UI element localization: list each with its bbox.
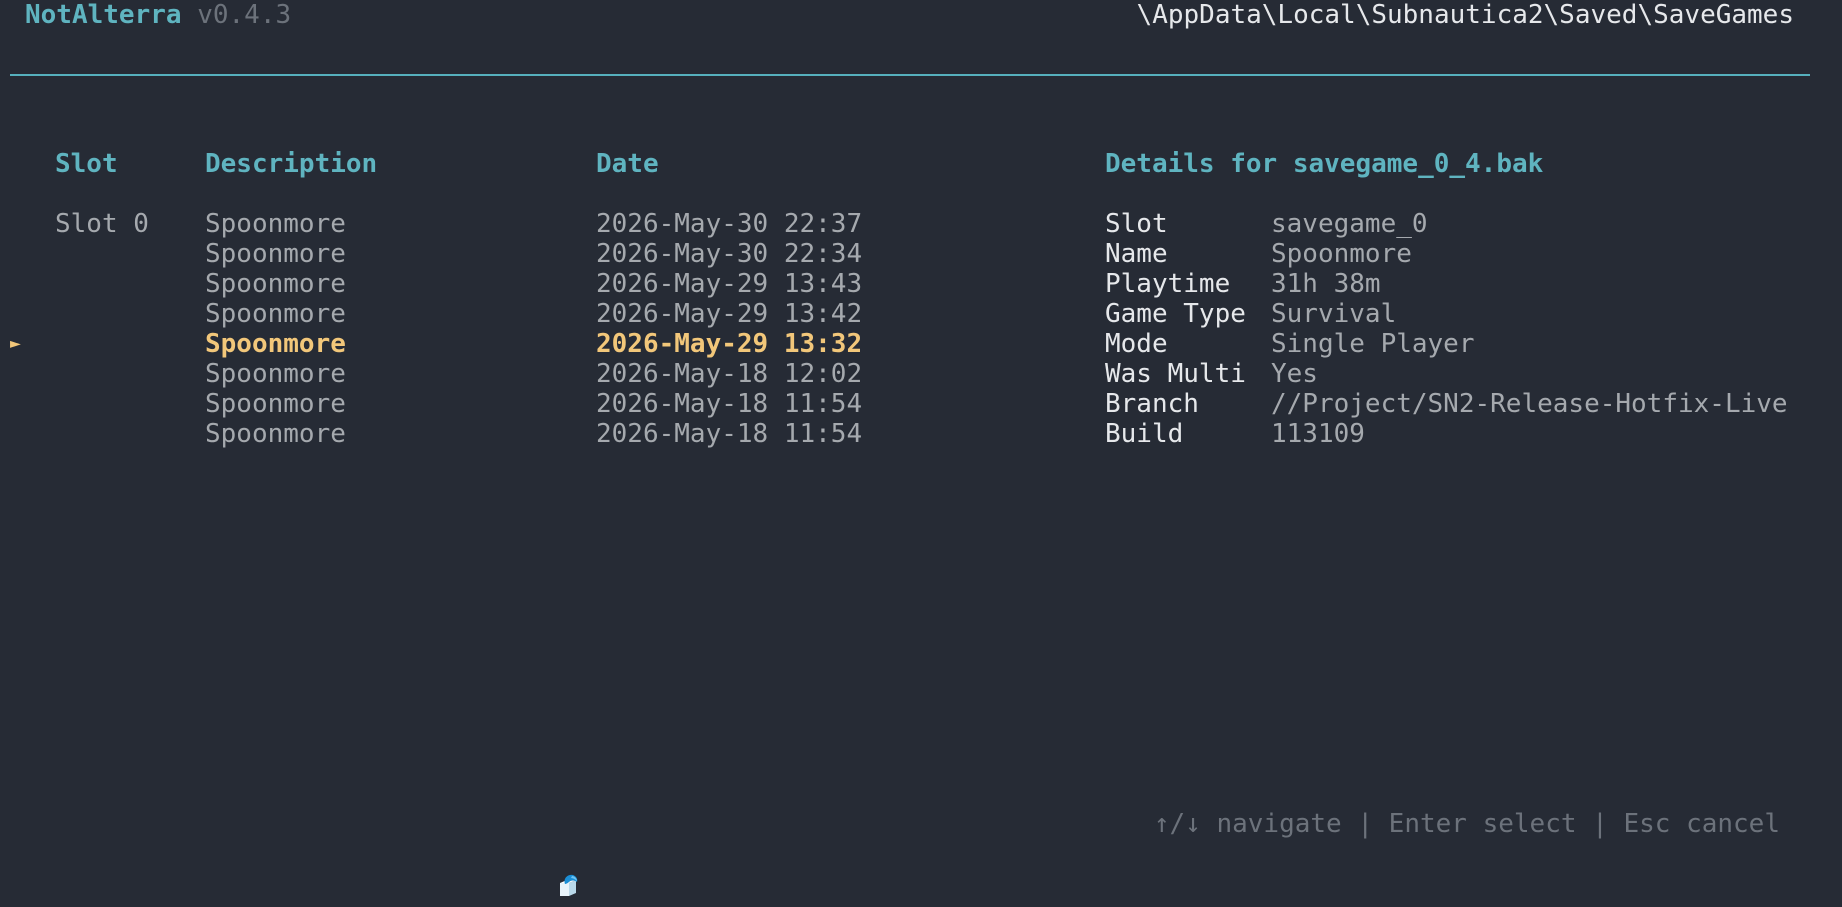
- detail-row-slot: Slot savegame_0: [0, 209, 1842, 239]
- detail-row-game-type: Game Type Survival: [0, 299, 1842, 329]
- detail-row-name: Name Spoonmore: [0, 239, 1842, 269]
- detail-value: 113109: [1271, 419, 1365, 449]
- details-title: Details for savegame_0_4.bak: [1105, 149, 1544, 179]
- detail-value: 31h 38m: [1271, 269, 1381, 299]
- detail-label: Build: [1105, 419, 1184, 449]
- detail-row-mode: Mode Single Player: [0, 329, 1842, 359]
- column-header-description: Description: [205, 149, 378, 179]
- column-header-date: Date: [596, 149, 659, 179]
- detail-row-build: Build 113109: [0, 419, 1842, 449]
- app-version: v0.4.3: [197, 0, 292, 30]
- detail-row-was-multi: Was Multi Yes: [0, 359, 1842, 389]
- save-path: \AppData\Local\Subnautica2\Saved\SaveGam…: [1136, 0, 1794, 30]
- detail-label: Playtime: [1105, 269, 1231, 299]
- detail-label: Slot: [1105, 209, 1168, 239]
- detail-value: savegame_0: [1271, 209, 1428, 239]
- detail-label: Mode: [1105, 329, 1168, 359]
- detail-label: Branch: [1105, 389, 1199, 419]
- header-divider: [10, 74, 1810, 76]
- keyboard-hint: ↑/↓ navigate | Enter select | Esc cancel: [1153, 809, 1780, 839]
- detail-value: //Project/SN2-Release-Hotfix-Live: [1271, 389, 1788, 419]
- detail-row-branch: Branch //Project/SN2-Release-Hotfix-Live: [0, 389, 1842, 419]
- detail-label: Name: [1105, 239, 1168, 269]
- detail-value: Survival: [1271, 299, 1397, 329]
- mouse-cursor-icon: [560, 874, 578, 896]
- app-title: NotAlterra v0.4.3: [25, 0, 291, 30]
- column-header-slot: Slot: [55, 149, 118, 179]
- detail-value: Single Player: [1271, 329, 1475, 359]
- detail-value: Yes: [1271, 359, 1318, 389]
- detail-label: Game Type: [1105, 299, 1246, 329]
- app-name: NotAlterra: [25, 0, 182, 30]
- detail-value: Spoonmore: [1271, 239, 1412, 269]
- detail-label: Was Multi: [1105, 359, 1246, 389]
- detail-row-playtime: Playtime 31h 38m: [0, 269, 1842, 299]
